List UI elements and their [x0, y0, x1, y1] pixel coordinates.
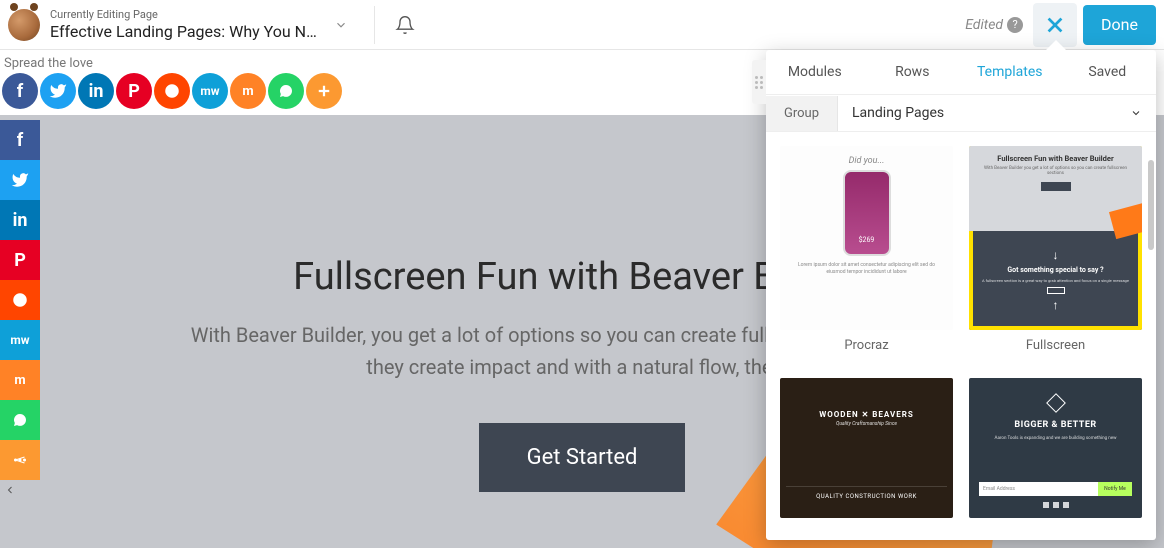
tab-templates[interactable]: Templates: [961, 50, 1059, 94]
divider: [374, 6, 375, 44]
mix-icon[interactable]: m: [230, 73, 266, 109]
leftbar-mix-icon[interactable]: m: [0, 360, 40, 400]
template-card-wooden[interactable]: WOODEN ✕ BEAVERS Quality Craftsmanship S…: [780, 378, 953, 527]
thumb-sub: Aaron Tools is expanding and we are buil…: [995, 436, 1117, 441]
thumb-title: Fullscreen Fun with Beaver Builder: [979, 154, 1132, 163]
group-button[interactable]: Group: [766, 96, 838, 131]
tab-saved[interactable]: Saved: [1059, 50, 1157, 94]
leftbar-facebook-icon[interactable]: f: [0, 120, 40, 160]
template-category-select[interactable]: Landing Pages: [838, 95, 1156, 131]
thumb-sub: Quality Craftsmanship Since: [836, 421, 897, 427]
arrow-up-icon: ↑: [1053, 298, 1059, 312]
notifications-bell-icon[interactable]: [395, 15, 415, 35]
template-label: Fullscreen: [1026, 338, 1085, 353]
template-thumb: BIGGER & BETTER Aaron Tools is expanding…: [969, 378, 1142, 518]
thumb-button: [1041, 182, 1071, 191]
phone-graphic: [843, 170, 891, 256]
done-button[interactable]: Done: [1083, 5, 1156, 45]
thumb-text: Lorem ipsum dolor sit amet consectetur a…: [790, 262, 943, 276]
get-started-button[interactable]: Get Started: [479, 423, 686, 492]
top-bar: Currently Editing Page Effective Landing…: [0, 0, 1164, 50]
thumb-form: Email Address Notify Me: [979, 482, 1132, 496]
beaver-logo-icon: [8, 9, 40, 41]
left-share-bar: f in P mw m: [0, 120, 40, 496]
thumb-social: [1043, 502, 1069, 508]
arrow-down-icon: ↓: [1053, 248, 1059, 262]
chevron-down-icon: [1130, 107, 1142, 119]
thumb-sub: With Beaver Builder you get a lot of opt…: [979, 166, 1132, 176]
leftbar-reddit-icon[interactable]: [0, 280, 40, 320]
leftbar-pinterest-icon[interactable]: P: [0, 240, 40, 280]
thumb-bottom-title: Got something special to say ?: [1007, 266, 1103, 274]
panel-arrow: [1046, 40, 1066, 50]
leftbar-whatsapp-icon[interactable]: [0, 400, 40, 440]
twitter-icon[interactable]: [40, 73, 76, 109]
thumb-notify-button: Notify Me: [1098, 482, 1132, 496]
select-value: Landing Pages: [852, 105, 944, 121]
thumb-logo: WOODEN ✕ BEAVERS: [819, 410, 914, 419]
thumb-footer: QUALITY CONSTRUCTION WORK: [786, 486, 947, 506]
template-card-bigger[interactable]: BIGGER & BETTER Aaron Tools is expanding…: [969, 378, 1142, 527]
page-title-block[interactable]: Currently Editing Page Effective Landing…: [50, 8, 320, 40]
scrollbar[interactable]: [1148, 160, 1154, 250]
thumb-wing: [1109, 202, 1142, 238]
thumb-bottom-button: [1047, 287, 1065, 294]
diamond-icon: [1046, 393, 1066, 413]
help-icon[interactable]: ?: [1007, 17, 1023, 33]
thumb-email-field: Email Address: [979, 482, 1098, 496]
tab-rows[interactable]: Rows: [864, 50, 962, 94]
thumb-title: BIGGER & BETTER: [1014, 420, 1096, 430]
facebook-icon[interactable]: f: [2, 73, 38, 109]
mewe-icon[interactable]: mw: [192, 73, 228, 109]
template-thumb: Did you... Lorem ipsum dolor sit amet co…: [780, 146, 953, 330]
page-title: Effective Landing Pages: Why You Ne…: [50, 22, 320, 41]
templates-panel: Modules Rows Templates Saved Group Landi…: [766, 50, 1156, 540]
linkedin-icon[interactable]: in: [78, 73, 114, 109]
thumb-bottom-sub: A fullscreen section is a great way to g…: [974, 278, 1137, 283]
leftbar-mewe-icon[interactable]: mw: [0, 320, 40, 360]
template-label: Procraz: [844, 338, 888, 353]
leftbar-more-icon[interactable]: [0, 440, 40, 480]
template-grid: Did you... Lorem ipsum dolor sit amet co…: [766, 132, 1156, 540]
hide-leftbar-icon[interactable]: [4, 484, 16, 496]
template-card-fullscreen[interactable]: Fullscreen Fun with Beaver Builder With …: [969, 146, 1142, 362]
edited-label: Edited: [965, 17, 1003, 33]
template-card-procraz[interactable]: Did you... Lorem ipsum dolor sit amet co…: [780, 146, 953, 362]
template-thumb: Fullscreen Fun with Beaver Builder With …: [969, 146, 1142, 330]
tab-modules[interactable]: Modules: [766, 50, 864, 94]
reddit-icon[interactable]: [154, 73, 190, 109]
template-thumb: WOODEN ✕ BEAVERS Quality Craftsmanship S…: [780, 378, 953, 518]
pinterest-icon[interactable]: P: [116, 73, 152, 109]
edited-indicator: Edited ?: [965, 17, 1023, 33]
leftbar-twitter-icon[interactable]: [0, 160, 40, 200]
editing-subtitle: Currently Editing Page: [50, 8, 320, 21]
more-share-icon[interactable]: [306, 73, 342, 109]
thumb-headline: Did you...: [849, 156, 885, 166]
leftbar-linkedin-icon[interactable]: in: [0, 200, 40, 240]
whatsapp-icon[interactable]: [268, 73, 304, 109]
title-chevron-down-icon[interactable]: [334, 18, 348, 32]
filter-row: Group Landing Pages: [766, 95, 1156, 132]
panel-drag-handle[interactable]: [752, 60, 766, 104]
panel-tabs: Modules Rows Templates Saved: [766, 50, 1156, 95]
